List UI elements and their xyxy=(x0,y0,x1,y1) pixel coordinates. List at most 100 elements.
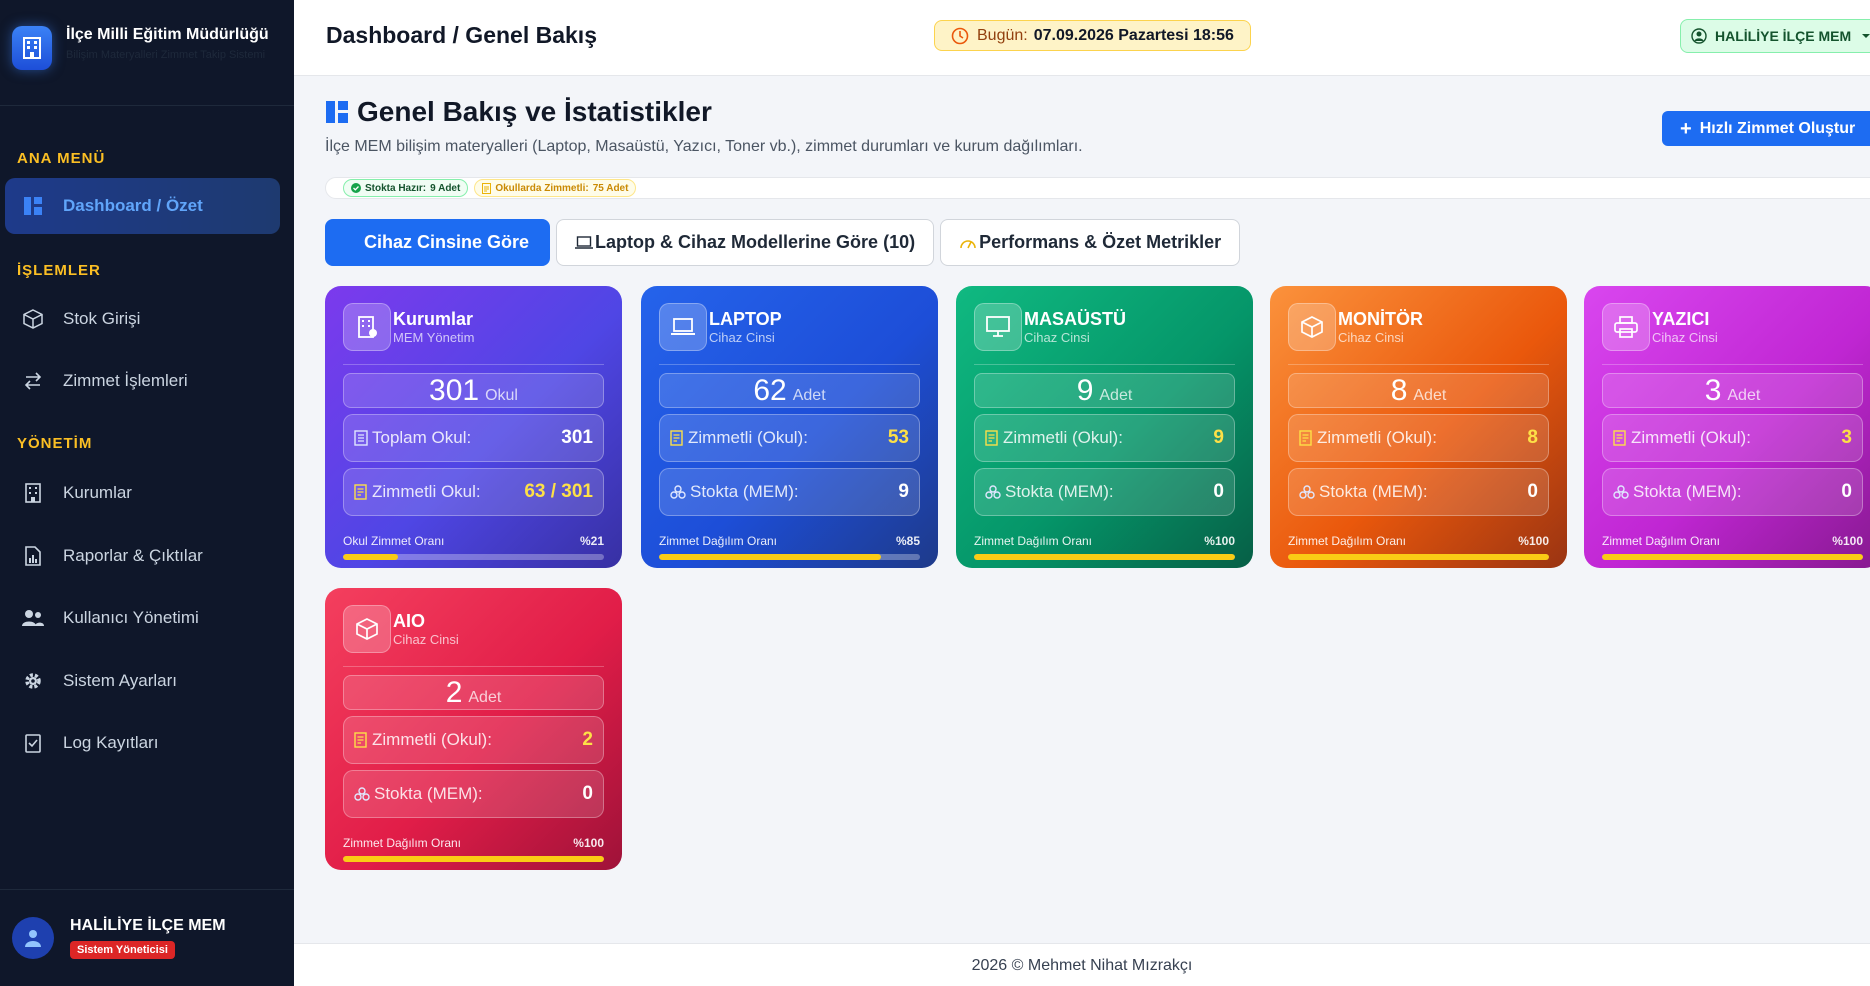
stack-icon xyxy=(354,787,374,801)
total-count: 2 xyxy=(445,676,463,709)
rate-progress-fill xyxy=(659,554,881,560)
quick-assign-button[interactable]: + Hızlı Zimmet Oluştur xyxy=(1662,111,1870,146)
total-unit: Adet xyxy=(1099,387,1133,404)
stat-card[interactable]: LAPTOP Cihaz Cinsi 62 Adet Zimmetli (Okul… xyxy=(641,286,938,568)
card-row-primary: Toplam Okul: 301 xyxy=(343,414,604,462)
brand: İlçe Milli Eğitim Müdürlüğü Bilişim Mate… xyxy=(0,0,294,106)
card-title: AIO xyxy=(393,611,426,631)
plus-icon: + xyxy=(1680,117,1692,140)
card-row-primary: Zimmetli (Okul): 8 xyxy=(1288,414,1549,462)
document-icon xyxy=(1299,430,1317,446)
dashboard-icon xyxy=(326,101,348,123)
page-breadcrumb: Dashboard / Genel Bakış xyxy=(326,22,597,48)
document-icon xyxy=(354,484,372,500)
rate-value: %100 xyxy=(1204,534,1235,548)
document-icon xyxy=(482,182,492,194)
row-label: Stokta (MEM): xyxy=(1319,482,1428,501)
sidebar-item-stock[interactable]: Stok Girişi xyxy=(5,291,280,347)
exchange-icon xyxy=(21,369,45,393)
assigned-chip: Okullarda Zimmetli: 75 Adet xyxy=(474,179,637,197)
rate-progress-bar xyxy=(1602,554,1863,560)
rate-progress-fill xyxy=(343,856,604,862)
sidebar-item-label: Sistem Ayarları xyxy=(63,671,178,690)
rate-progress-bar xyxy=(659,554,920,560)
stat-card[interactable]: Kurumlar MEM Yönetim 301 Okul Toplam Okul… xyxy=(325,286,622,568)
rate-value: %100 xyxy=(573,836,604,850)
row-value: 9 xyxy=(1213,427,1224,448)
sidebar-item-label: Raporlar & Çıktılar xyxy=(63,546,203,565)
card-subtitle: Cihaz Cinsi xyxy=(393,632,459,647)
rate-progress-bar xyxy=(1288,554,1549,560)
unit-dropdown[interactable]: HALİLİYE İLÇE MEM xyxy=(1680,19,1870,53)
card-subtitle: Cihaz Cinsi xyxy=(709,330,775,345)
footer: 2026 © Mehmet Nihat Mızrakçı xyxy=(294,943,1870,986)
sidebar: İlçe Milli Eğitim Müdürlüğü Bilişim Mate… xyxy=(0,0,294,986)
sidebar-item-label: Stok Girişi xyxy=(63,309,141,328)
avatar xyxy=(12,917,54,959)
sidebar-item-dashboard[interactable]: Dashboard / Özet xyxy=(5,178,280,234)
rate-value: %100 xyxy=(1832,534,1863,548)
card-row-secondary: Stokta (MEM): 9 xyxy=(659,468,920,516)
rate-label: Zimmet Dağılım Oranı xyxy=(974,534,1093,548)
total-count: 62 xyxy=(753,374,787,407)
report-icon xyxy=(21,544,45,568)
monitor-icon xyxy=(974,303,1022,351)
sidebar-item-institutions[interactable]: Kurumlar xyxy=(5,465,280,521)
divider xyxy=(1602,364,1863,365)
rate-label: Zimmet Dağılım Oranı xyxy=(1602,534,1721,548)
row-label: Zimmetli (Okul): xyxy=(1631,428,1751,447)
total-unit: Adet xyxy=(1413,387,1447,404)
rate-progress-fill xyxy=(974,554,1235,560)
user-icon xyxy=(25,930,41,947)
sidebar-item-label: Zimmet İşlemleri xyxy=(63,371,188,390)
row-value: 8 xyxy=(1527,427,1538,448)
building-logo-icon xyxy=(12,26,52,70)
row-value: 0 xyxy=(1527,481,1538,502)
topbar: Dashboard / Genel Bakış Bugün: 07.09.202… xyxy=(294,0,1870,76)
section-title-operations: İŞLEMLER xyxy=(17,262,101,279)
row-label: Stokta (MEM): xyxy=(1005,482,1114,501)
tab-performance[interactable]: Performans & Özet Metrikler xyxy=(940,219,1241,266)
building-icon xyxy=(21,481,45,505)
card-subtitle: MEM Yönetim xyxy=(393,330,475,345)
printer-icon xyxy=(1602,303,1650,351)
sidebar-item-settings[interactable]: Sistem Ayarları xyxy=(5,653,280,709)
stock-value: 9 Adet xyxy=(430,182,461,194)
rate-progress-bar xyxy=(343,554,604,560)
sidebar-item-label: Kullanıcı Yönetimi xyxy=(63,608,199,627)
card-total: 9 Adet xyxy=(974,373,1235,408)
page-description: İlçe MEM bilişim materyalleri (Laptop, M… xyxy=(325,138,1083,155)
card-total: 301 Okul xyxy=(343,373,604,408)
stat-card[interactable]: MONİTÖR Cihaz Cinsi 8 Adet Zimmetli (Okul… xyxy=(1270,286,1567,568)
row-value: 2 xyxy=(582,729,593,750)
stat-card[interactable]: MASAÜSTÜ Cihaz Cinsi 9 Adet Zimmetli (Oku… xyxy=(956,286,1253,568)
card-total: 3 Adet xyxy=(1602,373,1863,408)
stock-chip: Stokta Hazır: 9 Adet xyxy=(343,179,469,197)
document-icon xyxy=(354,732,372,748)
brand-title: İlçe Milli Eğitim Müdürlüğü xyxy=(66,26,269,43)
row-label: Zimmetli Okul: xyxy=(372,482,481,501)
rate-value: %21 xyxy=(579,534,604,548)
card-subtitle: Cihaz Cinsi xyxy=(1024,330,1090,345)
clock-icon xyxy=(951,27,969,44)
sidebar-item-assignments[interactable]: Zimmet İşlemleri xyxy=(5,353,280,409)
document-icon xyxy=(985,430,1003,446)
tab-device-type[interactable]: Cihaz Cinsine Göre xyxy=(325,219,551,266)
stat-card[interactable]: AIO Cihaz Cinsi 2 Adet Zimmetli (Okul): 2… xyxy=(325,588,622,870)
sidebar-item-users[interactable]: Kullanıcı Yönetimi xyxy=(5,590,280,646)
stat-card[interactable]: YAZICI Cihaz Cinsi 3 Adet Zimmetli (Okul)… xyxy=(1584,286,1870,568)
card-row-secondary: Stokta (MEM): 0 xyxy=(1602,468,1863,516)
total-unit: Adet xyxy=(1727,387,1761,404)
row-label: Stokta (MEM): xyxy=(1633,482,1742,501)
box-icon xyxy=(1288,303,1336,351)
user-profile[interactable]: HALİLİYE İLÇE MEM Sistem Yöneticisi xyxy=(0,889,294,986)
row-value: 53 xyxy=(887,427,909,448)
stack-icon xyxy=(1613,485,1633,499)
card-row-secondary: Stokta (MEM): 0 xyxy=(343,770,604,818)
sidebar-item-logs[interactable]: Log Kayıtları xyxy=(5,715,280,771)
log-icon xyxy=(21,731,45,755)
tab-device-models[interactable]: Laptop & Cihaz Modellerine Göre (10) xyxy=(556,219,935,266)
date-label: Bugün: xyxy=(977,26,1028,44)
sidebar-item-reports[interactable]: Raporlar & Çıktılar xyxy=(5,528,280,584)
row-label: Zimmetli (Okul): xyxy=(1003,428,1123,447)
